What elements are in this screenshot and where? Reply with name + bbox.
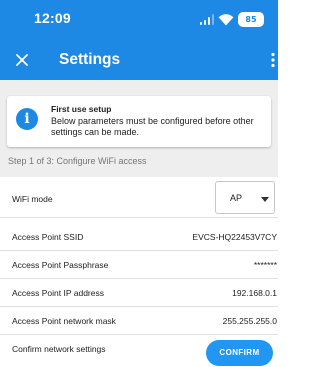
close-icon[interactable]: [13, 51, 31, 69]
page-title: Settings: [59, 51, 121, 68]
info-card-title: First use setup: [51, 104, 112, 114]
passphrase-value: *******: [253, 260, 277, 270]
ssid-value: EVCS-HQ22453V7CY: [192, 232, 277, 242]
more-vert-icon[interactable]: [270, 52, 276, 68]
system-icons: 85: [199, 9, 264, 29]
wifi-icon: [218, 13, 234, 25]
network-mask-value: 255.255.255.0: [222, 316, 277, 326]
passphrase-label: Access Point Passphrase: [12, 260, 109, 270]
signal-icon: [199, 13, 214, 25]
ip-address-row[interactable]: Access Point IP address 192.168.0.1: [0, 279, 278, 307]
first-use-info-card: i First use setup Below parameters must …: [7, 96, 271, 147]
ssid-row[interactable]: Access Point SSID EVCS-HQ22453V7CY: [0, 223, 278, 251]
wifi-mode-label: WiFi mode: [12, 194, 53, 204]
battery-icon: 85: [238, 11, 264, 27]
network-mask-label: Access Point network mask: [12, 316, 116, 326]
chevron-down-icon: [261, 197, 269, 202]
wifi-mode-select[interactable]: AP: [215, 181, 275, 214]
confirm-button[interactable]: CONFIRM: [206, 340, 273, 366]
status-time: 12:09: [34, 10, 71, 26]
ip-address-value: 192.168.0.1: [232, 288, 277, 298]
step-label: Step 1 of 3: Configure WiFi access: [8, 156, 147, 166]
status-bar: 12:09 85: [0, 0, 278, 40]
ssid-label: Access Point SSID: [12, 232, 84, 242]
app-bar: Settings: [0, 40, 278, 80]
info-icon: i: [16, 108, 38, 130]
ip-address-label: Access Point IP address: [12, 288, 104, 298]
info-card-body: Below parameters must be configured befo…: [51, 116, 254, 137]
passphrase-row[interactable]: Access Point Passphrase *******: [0, 251, 278, 279]
wifi-mode-value: AP: [230, 193, 243, 203]
confirm-label: Confirm network settings: [12, 344, 106, 354]
network-mask-row[interactable]: Access Point network mask 255.255.255.0: [0, 307, 278, 335]
